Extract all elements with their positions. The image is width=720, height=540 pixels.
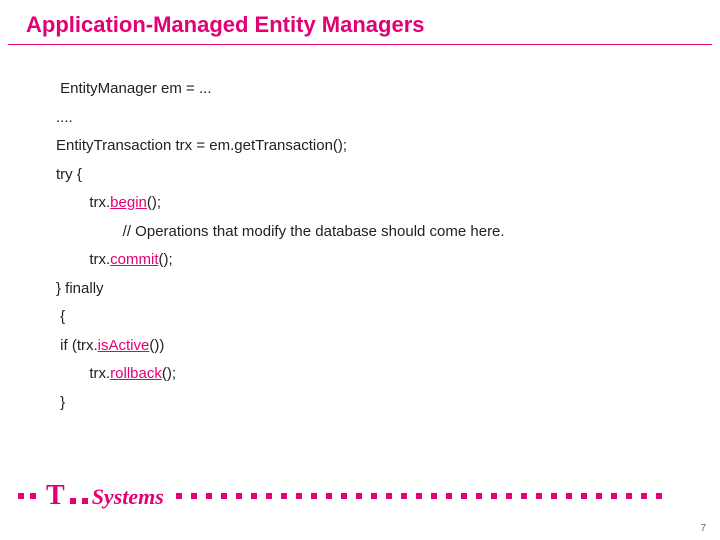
method-rollback: rollback [110, 365, 162, 382]
code-line: } [56, 389, 720, 418]
code-text: trx. [56, 251, 110, 268]
code-line: trx.commit(); [56, 246, 720, 275]
code-line: try { [56, 161, 720, 190]
code-line: .... [56, 104, 720, 133]
dots-left-icon [18, 493, 36, 499]
code-block: EntityManager em = ... .... EntityTransa… [0, 45, 720, 417]
code-line: } finally [56, 275, 720, 304]
code-text: trx. [56, 365, 110, 382]
code-line: trx.begin(); [56, 189, 720, 218]
code-text: if (trx. [56, 337, 98, 354]
code-line: trx.rollback(); [56, 360, 720, 389]
code-text: trx. [56, 194, 110, 211]
code-line: // Operations that modify the database s… [56, 218, 720, 247]
method-commit: commit [110, 251, 158, 268]
logo: T Systems [46, 480, 164, 512]
code-text: (); [162, 365, 176, 382]
logo-text: Systems [92, 484, 164, 510]
dots-mid-icon [70, 498, 88, 504]
method-begin: begin [110, 194, 147, 211]
code-text: ()) [149, 337, 164, 354]
footer: T Systems [18, 480, 702, 512]
dots-right-icon [176, 493, 702, 499]
code-text: (); [147, 194, 161, 211]
code-line: EntityTransaction trx = em.getTransactio… [56, 132, 720, 161]
code-text: (); [159, 251, 173, 268]
code-line: EntityManager em = ... [56, 75, 720, 104]
slide-title: Application-Managed Entity Managers [8, 0, 712, 45]
code-line: { [56, 303, 720, 332]
method-isactive: isActive [98, 337, 150, 354]
page-number: 7 [700, 523, 706, 534]
logo-t: T [46, 480, 65, 512]
code-line: if (trx.isActive()) [56, 332, 720, 361]
